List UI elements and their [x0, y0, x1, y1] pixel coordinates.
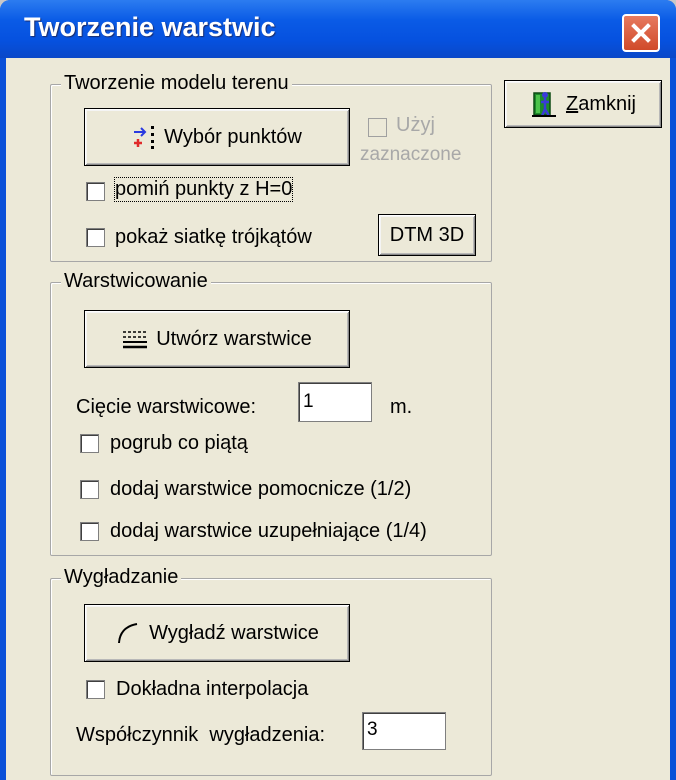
contour-interval-unit: m. — [390, 396, 413, 418]
select-points-icon — [134, 126, 155, 149]
skip-h0-label[interactable]: pomiń punkty z H=0 — [113, 177, 294, 202]
smoothing-coefficient-label: Współczynnik wygładzenia: — [76, 724, 325, 746]
dtm-3d-label: DTM 3D — [389, 223, 465, 246]
select-points-button[interactable]: Wybór punktów — [84, 108, 350, 166]
title-bar[interactable]: Tworzenie warstwic — [0, 0, 676, 58]
select-points-label: Wybór punktów — [164, 125, 302, 148]
contour-lines-icon — [123, 331, 148, 349]
close-x-icon — [631, 23, 651, 43]
skip-h0-checkbox[interactable] — [86, 182, 105, 201]
smooth-contours-label: Wygładź warstwice — [149, 621, 319, 644]
contour-interval-label: Cięcie warstwicowe: — [76, 396, 257, 418]
curve-arc-icon — [118, 623, 138, 644]
contour-interval-input[interactable]: 1 — [298, 382, 372, 422]
smoothing-coefficient-input[interactable]: 3 — [362, 712, 446, 750]
auxiliary-contours-label[interactable]: dodaj warstwice pomocnicze (1/2) — [110, 478, 411, 501]
supplementary-contours-label[interactable]: dodaj warstwice uzupełniające (1/4) — [110, 520, 427, 543]
dialog-client-area: Tworzenie modelu terenu Wybór punktów Uż… — [6, 58, 670, 780]
supplementary-contours-checkbox[interactable] — [80, 522, 99, 541]
precise-interpolation-checkbox[interactable] — [86, 680, 105, 699]
auxiliary-contours-checkbox[interactable] — [80, 480, 99, 499]
close-button-label: Zamknij — [566, 93, 636, 116]
smooth-contours-button[interactable]: Wygładź warstwice — [84, 604, 350, 662]
smoothing-legend: Wygładzanie — [61, 566, 182, 589]
create-contours-label: Utwórz warstwice — [156, 327, 312, 350]
show-triangle-mesh-checkbox[interactable] — [86, 228, 105, 247]
dtm-3d-button[interactable]: DTM 3D — [378, 214, 476, 256]
precise-interpolation-label[interactable]: Dokładna interpolacja — [116, 678, 308, 701]
window-title: Tworzenie warstwic — [24, 12, 276, 42]
use-selected-checkbox[interactable] — [368, 118, 387, 137]
use-selected-label-line2: zaznaczone — [360, 144, 462, 165]
show-triangle-mesh-label[interactable]: pokaż siatkę trójkątów — [115, 226, 312, 249]
close-button[interactable]: Zamknij — [504, 80, 662, 128]
create-contours-button[interactable]: Utwórz warstwice — [84, 310, 350, 368]
close-button-label-rest: amknij — [578, 92, 636, 115]
dialog-window: Tworzenie warstwic Tworzenie modelu tere… — [0, 0, 676, 780]
bold-every-fifth-checkbox[interactable] — [80, 434, 99, 453]
bold-every-fifth-label[interactable]: pogrub co piątą — [110, 432, 248, 455]
close-button-mnemonic: Z — [565, 92, 579, 115]
window-close-button[interactable] — [622, 14, 660, 52]
contour-legend: Warstwicowanie — [61, 270, 211, 293]
use-selected-label-line1: Użyj — [396, 114, 435, 136]
terrain-model-legend: Tworzenie modelu terenu — [61, 72, 292, 95]
exit-door-icon — [531, 92, 556, 117]
